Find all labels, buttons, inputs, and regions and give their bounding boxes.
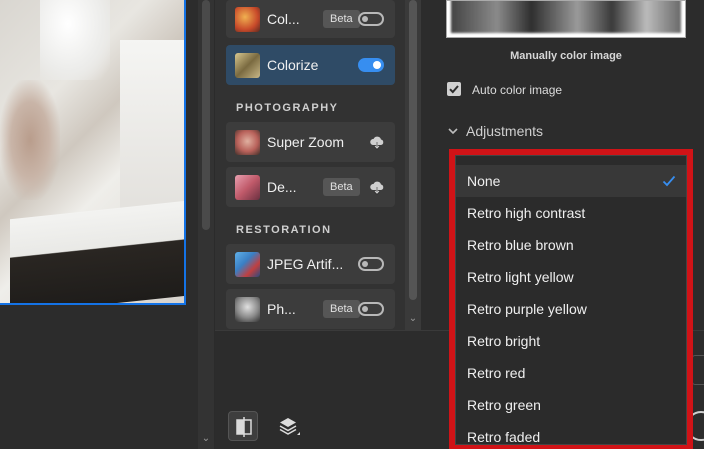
menu-item-retro-red[interactable]: Retro red <box>456 357 686 389</box>
layers-icon <box>279 418 300 435</box>
section-title-photography: PHOTOGRAPHY <box>236 102 339 114</box>
output-control[interactable] <box>692 355 704 385</box>
canvas-scrollbar-thumb[interactable] <box>202 0 210 230</box>
filter-thumbnail <box>235 252 260 277</box>
adjustments-menu-list: None Retro high contrast Retro blue brow… <box>455 155 687 445</box>
menu-item-label: Retro blue brown <box>467 237 574 253</box>
filter-item-colorize[interactable]: Colorize <box>226 45 395 85</box>
layers-button[interactable] <box>273 411 303 441</box>
filter-label: JPEG Artif... <box>267 256 344 272</box>
auto-color-checkbox[interactable] <box>447 82 461 96</box>
chevron-down-icon[interactable] <box>447 125 459 137</box>
preview-caption: Manually color image <box>510 50 622 62</box>
filter-thumbnail <box>235 130 260 155</box>
menu-item-label: Retro light yellow <box>467 269 574 285</box>
filters-scrollbar[interactable]: ⌄ <box>405 0 421 330</box>
menu-item-retro-high-contrast[interactable]: Retro high contrast <box>456 197 686 229</box>
filter-label: Colorize <box>267 57 319 73</box>
filter-item-super-zoom[interactable]: Super Zoom <box>226 122 395 162</box>
image-canvas[interactable] <box>0 0 198 449</box>
menu-item-retro-purple-yellow[interactable]: Retro purple yellow <box>456 293 686 325</box>
filter-thumbnail <box>235 175 260 200</box>
photo-region <box>40 0 110 80</box>
cloud-download-icon[interactable] <box>369 134 385 150</box>
menu-item-label: Retro faded <box>467 429 541 445</box>
section-title-restoration: RESTORATION <box>236 224 332 236</box>
beta-badge: Beta <box>323 178 360 196</box>
checkmark-icon <box>662 175 676 187</box>
filter-label: Ph... <box>267 301 296 317</box>
photo-region <box>0 80 60 200</box>
filter-label: De... <box>267 179 297 195</box>
filter-thumbnail <box>235 297 260 322</box>
filter-toggle[interactable] <box>358 302 384 316</box>
scroll-down-icon[interactable]: ⌄ <box>408 314 418 324</box>
compare-view-button[interactable] <box>228 411 258 441</box>
menu-item-label: Retro green <box>467 397 541 413</box>
menu-item-retro-light-yellow[interactable]: Retro light yellow <box>456 261 686 293</box>
split-view-icon <box>236 417 252 437</box>
preview-content <box>451 1 681 33</box>
menu-item-label: Retro red <box>467 365 526 381</box>
photo-region <box>120 40 184 220</box>
photo-preview[interactable] <box>0 0 186 305</box>
filter-thumbnail <box>235 53 260 78</box>
beta-badge: Beta <box>323 300 360 318</box>
color-preview-image[interactable] <box>446 0 686 38</box>
menu-item-none[interactable]: None <box>456 165 686 197</box>
neural-filters-list: Col... Beta Colorize PHOTOGRAPHY Super Z… <box>215 0 421 330</box>
menu-item-retro-blue-brown[interactable]: Retro blue brown <box>456 229 686 261</box>
checkmark-icon <box>449 85 459 94</box>
filter-item-photo-restoration[interactable]: Ph... Beta <box>226 289 395 329</box>
beta-badge: Beta <box>323 10 360 28</box>
menu-item-label: Retro purple yellow <box>467 301 587 317</box>
adjustments-dropdown: None Retro high contrast Retro blue brow… <box>449 149 693 449</box>
filter-item-style-colorize[interactable]: Col... Beta <box>226 0 395 38</box>
filter-thumbnail <box>235 7 260 32</box>
menu-item-label: Retro bright <box>467 333 541 349</box>
filter-label: Col... <box>267 11 300 27</box>
filter-toggle[interactable] <box>358 12 384 26</box>
menu-item-label: None <box>467 173 501 189</box>
menu-item-retro-bright[interactable]: Retro bright <box>456 325 686 357</box>
filter-item-jpeg-artifacts[interactable]: JPEG Artif... <box>226 244 395 284</box>
filter-toggle[interactable] <box>358 58 384 72</box>
filter-label: Super Zoom <box>267 134 345 150</box>
photo-region <box>10 200 184 303</box>
menu-item-retro-green[interactable]: Retro green <box>456 389 686 421</box>
menu-item-label: Retro high contrast <box>467 205 586 221</box>
canvas-scrollbar[interactable]: ⌄ <box>198 0 214 449</box>
filter-item-depth[interactable]: De... Beta <box>226 167 395 207</box>
cloud-download-icon[interactable] <box>369 179 385 195</box>
adjustments-label[interactable]: Adjustments <box>466 123 543 139</box>
menu-item-retro-faded[interactable]: Retro faded <box>456 421 686 449</box>
filter-toggle[interactable] <box>358 257 384 271</box>
filters-scrollbar-thumb[interactable] <box>409 0 417 300</box>
auto-color-label[interactable]: Auto color image <box>472 83 562 97</box>
scroll-down-icon[interactable]: ⌄ <box>201 434 211 444</box>
